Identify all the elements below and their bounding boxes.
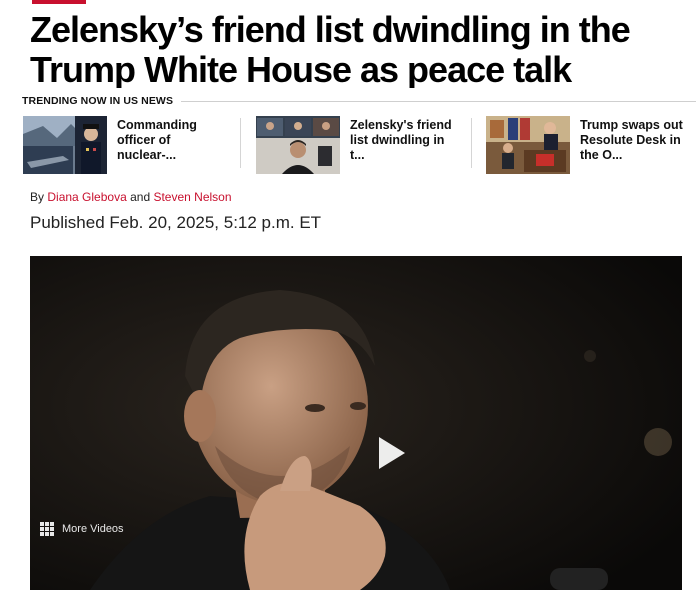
trending-separator [240,118,241,168]
top-accent-bar [32,0,86,4]
more-videos-label: More Videos [62,523,124,535]
more-videos-button[interactable]: More Videos [40,522,124,536]
author-link-steven-nelson[interactable]: Steven Nelson [153,190,231,204]
grid-icon [40,522,54,536]
byline-prefix: By [30,190,45,204]
trending-thumbnail-navy [23,116,107,174]
trending-item-title: Zelensky's friend list dwindling in t... [350,118,452,162]
published-timestamp: Published Feb. 20, 2025, 5:12 p.m. ET [30,213,322,232]
author-link-diana-glebova[interactable]: Diana Glebova [47,190,126,204]
trending-item-title: Trump swaps out Resolute Desk in the O..… [580,118,683,162]
trending-thumbnail-zelensky [256,116,340,174]
byline: By Diana Glebova and Steven Nelson [30,190,232,204]
byline-conjunction: and [130,190,151,204]
trending-item-zelensky[interactable]: Zelensky's friend list dwindling in t... [256,116,466,176]
article-headline: Zelensky’s friend list dwindling in the … [30,10,631,88]
trending-item-title: Commanding officer of nuclear-... [117,118,197,162]
trending-label: TRENDING NOW IN US NEWS [22,95,182,107]
play-icon[interactable] [369,433,409,473]
trending-item-commanding-officer[interactable]: Commanding officer of nuclear-... [23,116,233,176]
trending-separator [471,118,472,168]
video-player[interactable]: More Videos [30,256,682,590]
video-frame-image [30,256,682,590]
trending-thumbnail-oval-office [486,116,570,174]
trending-item-resolute-desk[interactable]: Trump swaps out Resolute Desk in the O..… [486,116,696,176]
